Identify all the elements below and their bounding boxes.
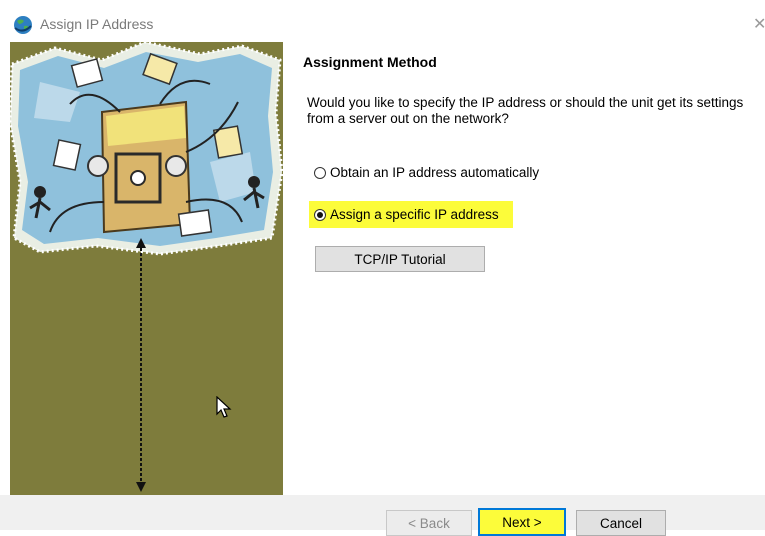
title-bar: Assign IP Address ✕ (0, 0, 765, 42)
page-title: Assignment Method (303, 54, 437, 70)
network-illustration (10, 42, 283, 492)
globe-icon (14, 16, 32, 34)
next-button[interactable]: Next > (478, 508, 566, 536)
radio-label: Assign a specific IP address (330, 207, 499, 222)
mouse-pointer-icon (216, 396, 232, 418)
question-text: Would you like to specify the IP address… (307, 95, 744, 126)
tcpip-tutorial-button[interactable]: TCP/IP Tutorial (315, 246, 485, 272)
cancel-button[interactable]: Cancel (576, 510, 666, 536)
window-title: Assign IP Address (40, 16, 154, 32)
radio-button-checked[interactable] (314, 208, 326, 221)
radio-label: Obtain an IP address automatically (330, 165, 540, 180)
wizard-illustration (10, 42, 283, 495)
back-button[interactable]: < Back (386, 510, 472, 536)
radio-assign-specific[interactable]: Assign a specific IP address (309, 201, 513, 228)
close-icon[interactable]: ✕ (753, 14, 765, 34)
radio-button-unchecked[interactable] (314, 166, 326, 179)
radio-obtain-automatically[interactable]: Obtain an IP address automatically (314, 165, 539, 180)
